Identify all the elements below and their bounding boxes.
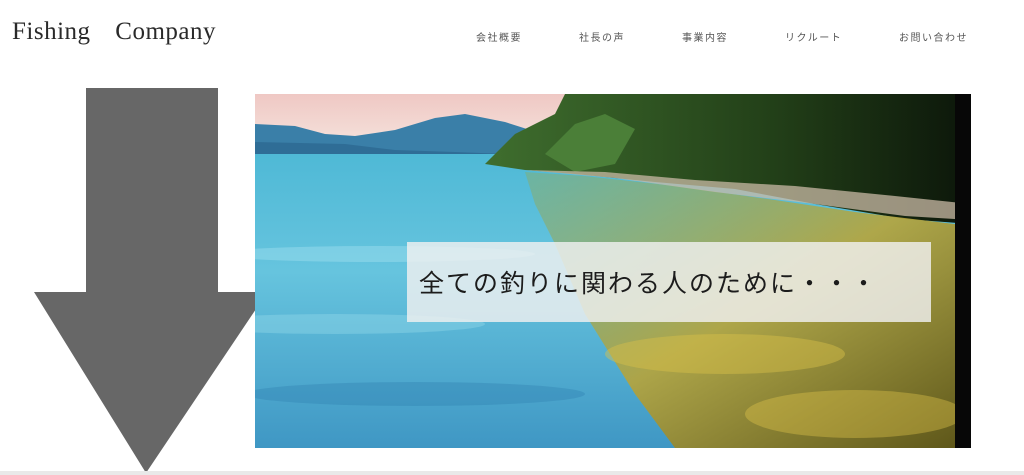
nav-item-business[interactable]: 事業内容 [682,29,728,44]
nav-item-contact[interactable]: お問い合わせ [899,29,968,44]
footer-divider [0,471,1024,475]
page: Fishing Company 会社概要 社長の声 事業内容 リクルート お問い… [0,0,1024,475]
nav-item-about[interactable]: 会社概要 [476,29,522,44]
nav-item-recruit[interactable]: リクルート [785,29,842,44]
tagline-banner: 全ての釣りに関わる人のために・・・ [407,242,931,322]
hero-image: 全ての釣りに関わる人のために・・・ [255,94,971,448]
down-arrow-icon [34,88,258,473]
main-nav: 会社概要 社長の声 事業内容 リクルート お問い合わせ [0,29,1024,45]
nav-item-president[interactable]: 社長の声 [579,29,625,44]
tagline-text: 全ての釣りに関わる人のために・・・ [419,269,879,298]
